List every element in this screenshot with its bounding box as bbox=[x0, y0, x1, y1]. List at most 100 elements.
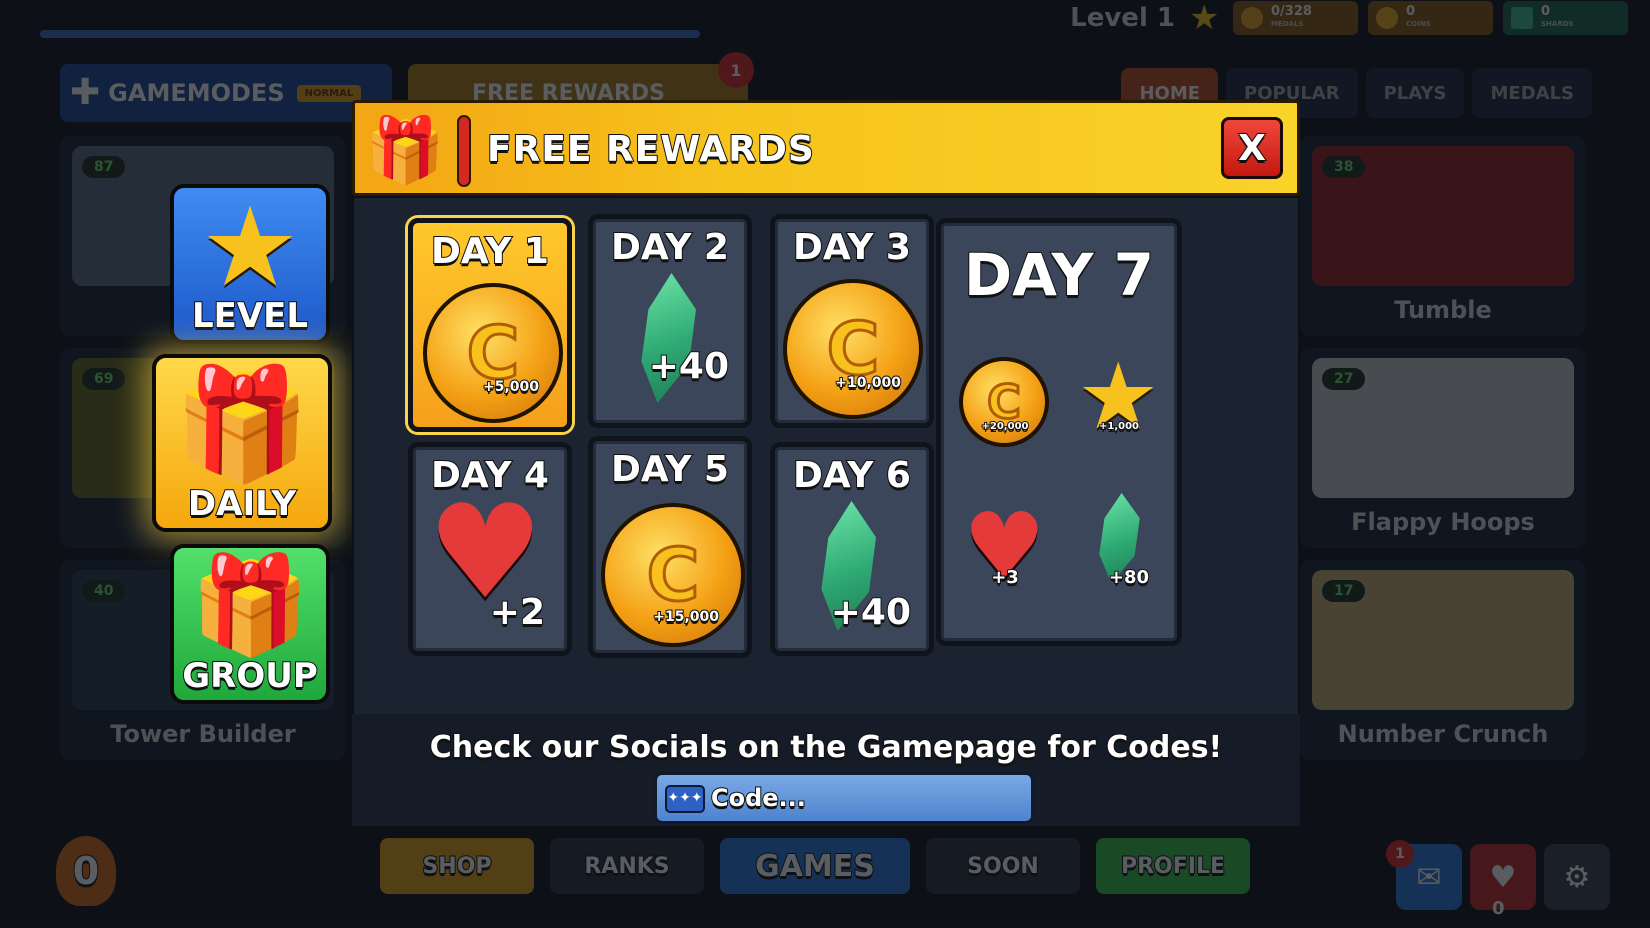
day7-xp-reward: ★ +1,000 bbox=[1069, 347, 1169, 453]
medal-icon bbox=[1241, 7, 1263, 29]
player-count: 38 bbox=[1322, 156, 1366, 178]
star-icon: ★ bbox=[1077, 343, 1160, 450]
hud-stats: Level 1 ★ 0/328 MEDALS 0 COINS 0 SHARDS bbox=[1069, 0, 1628, 38]
player-count: 27 bbox=[1322, 368, 1366, 390]
reward-amount: +2 bbox=[489, 591, 546, 634]
level-button-label: LEVEL bbox=[191, 295, 309, 337]
gamemodes-badge: NORMAL bbox=[296, 84, 362, 102]
code-placeholder: Code... bbox=[710, 783, 807, 813]
day7-coins-reward: C +20,000 bbox=[955, 353, 1055, 453]
group-button-label: GROUP bbox=[181, 655, 319, 697]
game-card[interactable]: 27 Flappy Hoops bbox=[1300, 348, 1586, 548]
gamemodes-label: GAMEMODES bbox=[108, 79, 285, 107]
player-count: 17 bbox=[1322, 580, 1366, 602]
mail-notification-badge: 1 bbox=[1386, 840, 1414, 868]
codes-hint: Check our Socials on the Gamepage for Co… bbox=[429, 729, 1223, 766]
daily-button-label: DAILY bbox=[187, 483, 297, 525]
reward-amount: +15,000 bbox=[652, 608, 720, 626]
coin-icon bbox=[1376, 7, 1398, 29]
day-card-3[interactable]: DAY 3 C +10,000 bbox=[770, 214, 934, 428]
xp-progress-bar bbox=[40, 30, 700, 38]
settings-button[interactable]: ⚙ bbox=[1544, 844, 1610, 910]
game-name: Flappy Hoops bbox=[1351, 508, 1535, 536]
reward-amount: +80 bbox=[1108, 566, 1150, 589]
game-name: Number Crunch bbox=[1337, 720, 1549, 748]
day-label: DAY 7 bbox=[963, 240, 1155, 310]
coin-icon: C bbox=[601, 503, 745, 647]
medals-value: 0/328 bbox=[1271, 4, 1312, 19]
coin-icon: C bbox=[423, 283, 563, 423]
reward-amount: +5,000 bbox=[482, 378, 540, 396]
free-rewards-modal: 🎁 FREE REWARDS X DAY 1 C +5,000 DAY 2 +4… bbox=[352, 100, 1300, 826]
gift-icon: 🎁 bbox=[190, 549, 310, 661]
header-accent-bar bbox=[457, 115, 471, 187]
day7-shards-reward: +80 bbox=[1069, 493, 1169, 603]
nav-shop[interactable]: SHOP bbox=[380, 838, 534, 894]
ticket-icon: ✦✦✦ bbox=[665, 785, 705, 813]
reward-amount: +3 bbox=[990, 566, 1020, 589]
rewards-grid: DAY 1 C +5,000 DAY 2 +40 DAY 3 C +10,000… bbox=[352, 196, 1300, 792]
day-label: DAY 3 bbox=[792, 226, 912, 269]
day-card-7[interactable]: DAY 7 C +20,000 ★ +1,000 ♥ +3 +80 bbox=[936, 218, 1182, 646]
shard-icon bbox=[1511, 7, 1533, 29]
gear-icon: ⚙ bbox=[1563, 859, 1591, 895]
player-count: 40 bbox=[82, 580, 126, 602]
reward-amount: +20,000 bbox=[981, 420, 1030, 433]
shards-label: SHARDS bbox=[1541, 20, 1574, 28]
group-button[interactable]: 🎁 GROUP bbox=[170, 544, 330, 704]
coins-value: 0 bbox=[1406, 4, 1416, 19]
mail-icon: ✉ bbox=[1416, 859, 1442, 895]
code-input[interactable]: ✦✦✦ Code... bbox=[654, 772, 1034, 824]
nav-profile[interactable]: PROFILE bbox=[1096, 838, 1250, 894]
reward-amount: +10,000 bbox=[834, 374, 902, 392]
coins-counter: 0 COINS bbox=[1368, 1, 1493, 35]
daily-button[interactable]: 🎁 DAILY bbox=[152, 354, 332, 532]
day-label: DAY 2 bbox=[610, 226, 730, 269]
hearts-count: 0 bbox=[1492, 898, 1505, 919]
game-name: Tumble bbox=[1394, 296, 1492, 324]
star-icon: ★ bbox=[1189, 0, 1220, 38]
day-label: DAY 1 bbox=[430, 230, 550, 273]
gift-icon: 🎁 bbox=[365, 114, 445, 188]
game-card[interactable]: 17 Number Crunch bbox=[1300, 560, 1586, 760]
reward-amount: +40 bbox=[830, 591, 912, 634]
gift-icon: 🎁 bbox=[173, 360, 311, 488]
tab-medals[interactable]: MEDALS bbox=[1472, 68, 1592, 118]
shards-counter: 0 SHARDS bbox=[1503, 1, 1628, 35]
gamemodes-dropdown[interactable]: ✚ GAMEMODES NORMAL bbox=[60, 64, 392, 122]
day-label: DAY 6 bbox=[792, 454, 912, 497]
day7-hearts-reward: ♥ +3 bbox=[955, 497, 1055, 603]
modal-header: 🎁 FREE REWARDS X bbox=[352, 100, 1300, 196]
day-card-6[interactable]: DAY 6 +40 bbox=[770, 442, 934, 656]
game-card[interactable]: 38 Tumble bbox=[1300, 136, 1586, 336]
coins-label: COINS bbox=[1406, 20, 1431, 28]
nav-ranks[interactable]: RANKS bbox=[550, 838, 704, 894]
day-label: DAY 5 bbox=[610, 448, 730, 491]
day-card-1[interactable]: DAY 1 C +5,000 bbox=[408, 218, 572, 432]
nav-soon[interactable]: SOON bbox=[926, 838, 1080, 894]
heart-icon: ♥ bbox=[1489, 859, 1517, 895]
reward-amount: +1,000 bbox=[1098, 420, 1140, 433]
level-button[interactable]: ★ LEVEL bbox=[170, 184, 330, 344]
day-card-5[interactable]: DAY 5 C +15,000 bbox=[588, 436, 752, 658]
day-card-4[interactable]: DAY 4 ♥ +2 bbox=[408, 442, 572, 656]
reward-amount: +40 bbox=[648, 345, 730, 388]
coin-icon: C bbox=[959, 357, 1049, 447]
notification-badge: 1 bbox=[718, 52, 754, 88]
shards-value: 0 bbox=[1541, 4, 1551, 19]
close-button[interactable]: X bbox=[1221, 117, 1283, 179]
player-count: 87 bbox=[82, 156, 126, 178]
medals-counter: 0/328 MEDALS bbox=[1233, 1, 1358, 35]
streak-flame-icon[interactable]: 0 bbox=[56, 836, 116, 906]
modal-title: FREE REWARDS bbox=[486, 128, 815, 171]
nav-games[interactable]: GAMES bbox=[720, 838, 910, 894]
player-count: 69 bbox=[82, 368, 126, 390]
star-icon: ★ bbox=[200, 184, 300, 311]
day-card-2[interactable]: DAY 2 +40 bbox=[588, 214, 752, 428]
tab-plays[interactable]: PLAYS bbox=[1365, 68, 1465, 118]
modal-footer: Check our Socials on the Gamepage for Co… bbox=[352, 714, 1300, 826]
plus-icon: ✚ bbox=[70, 72, 101, 113]
bottom-nav: SHOP RANKS GAMES SOON PROFILE bbox=[380, 838, 1250, 894]
streak-count: 0 bbox=[72, 848, 100, 894]
coin-icon: C bbox=[783, 279, 923, 419]
